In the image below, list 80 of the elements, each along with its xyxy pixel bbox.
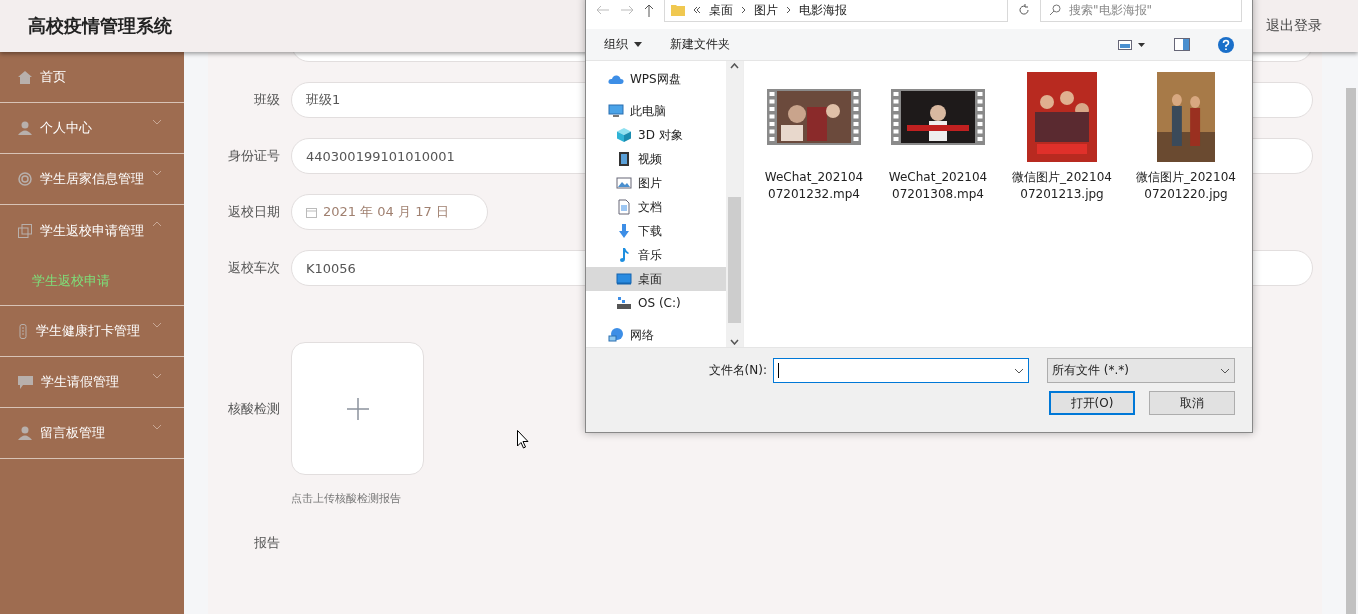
file-item[interactable]: 微信图片_20210407201213.jpg [1010, 71, 1114, 203]
breadcrumb-item[interactable]: 桌面 [709, 1, 733, 19]
nav-item[interactable]: WPS网盘 [586, 67, 726, 91]
scrollbar[interactable] [1346, 88, 1356, 614]
home-icon [18, 70, 32, 84]
nav-item[interactable]: 网络 [586, 323, 726, 347]
chevron-right-icon [786, 6, 791, 14]
field-label: 返校日期 [227, 203, 280, 221]
search-icon [1049, 4, 1061, 16]
view-icon[interactable] [1118, 39, 1146, 50]
cube-icon [616, 127, 632, 143]
new-folder-button[interactable]: 新建文件夹 [670, 36, 730, 53]
chevron-right-icon [741, 6, 746, 14]
nav-item[interactable]: 桌面 [586, 267, 726, 291]
filename-field[interactable] [773, 358, 1029, 383]
network-icon [608, 327, 624, 343]
field-label: 身份证号 [227, 147, 280, 165]
nav-item[interactable]: 下载 [586, 219, 726, 243]
field-label: 班级 [253, 91, 280, 109]
up-arrow-icon[interactable] [644, 3, 654, 17]
menu-item[interactable]: 学生返校申请管理 [0, 205, 184, 256]
chevron-up-icon [730, 63, 739, 69]
upload-hint: 点击上传核酸检测报告 [291, 491, 401, 506]
user-icon [18, 426, 32, 440]
chevron-down-icon [730, 339, 739, 345]
refresh-icon[interactable] [1018, 4, 1030, 16]
drive-icon [616, 295, 632, 311]
image-icon [616, 175, 632, 191]
chevron-icon [152, 119, 162, 125]
filename-label: 文件名(N): [708, 362, 767, 379]
nav-item[interactable]: 3D 对象 [586, 123, 726, 147]
address-bar[interactable]: 桌面 图片 电影海报 [664, 0, 1008, 22]
chevron-icon [152, 170, 162, 176]
document-icon [616, 199, 632, 215]
scrollbar[interactable] [726, 61, 743, 347]
nav-item[interactable]: 文档 [586, 195, 726, 219]
preview-pane-icon[interactable] [1174, 38, 1190, 51]
caret-icon [634, 42, 642, 47]
copy-icon [18, 223, 32, 238]
field-label: 核酸检测 [227, 399, 280, 418]
desktop-icon [616, 271, 632, 287]
mouse-cursor-icon [517, 430, 529, 449]
target-icon [18, 172, 32, 186]
filetype-select[interactable]: 所有文件 (*.*) [1047, 358, 1235, 383]
film-icon [616, 151, 632, 167]
open-button[interactable]: 打开(O) [1049, 391, 1135, 415]
chevron-down-icon [1014, 367, 1024, 374]
file-item[interactable]: 微信图片_20210407201220.jpg [1134, 71, 1238, 203]
chevron-icon [152, 424, 162, 430]
nav-item[interactable]: OS (C:) [586, 291, 726, 315]
search-field[interactable]: 搜索"电影海报" [1040, 0, 1242, 22]
chevron-down-icon [1220, 367, 1230, 374]
thermometer-icon [18, 323, 28, 339]
file-item[interactable]: WeChat_20210407201232.mp4 [762, 71, 866, 203]
nav-item[interactable]: 视频 [586, 147, 726, 171]
organize-button[interactable]: 组织 [604, 36, 642, 53]
download-icon [616, 223, 632, 239]
help-icon[interactable] [1218, 36, 1234, 53]
logout-link[interactable]: 退出登录 [1266, 17, 1322, 35]
field-label: 报告 [253, 534, 280, 552]
chevron-icon [152, 373, 162, 379]
calendar-icon [306, 206, 317, 218]
user-icon [18, 121, 32, 135]
plus-icon [346, 397, 369, 420]
field-label: 返校车次 [227, 259, 280, 277]
double-chevron-icon [693, 6, 701, 14]
folder-icon [671, 4, 685, 16]
chat-icon [18, 375, 33, 389]
nav-item[interactable]: 此电脑 [586, 99, 726, 123]
breadcrumb-item[interactable]: 图片 [754, 1, 778, 19]
breadcrumb-item[interactable]: 电影海报 [799, 1, 847, 19]
chevron-icon [152, 221, 162, 227]
app-title: 高校疫情管理系统 [28, 14, 172, 38]
nav-item[interactable]: 音乐 [586, 243, 726, 267]
chevron-icon [152, 322, 162, 328]
nav-item[interactable]: 图片 [586, 171, 726, 195]
cancel-button[interactable]: 取消 [1149, 391, 1235, 415]
date-field[interactable]: 2021 年 04 月 17 日 [291, 194, 488, 230]
file-item[interactable]: WeChat_20210407201308.mp4 [886, 71, 990, 203]
computer-icon [608, 103, 624, 119]
